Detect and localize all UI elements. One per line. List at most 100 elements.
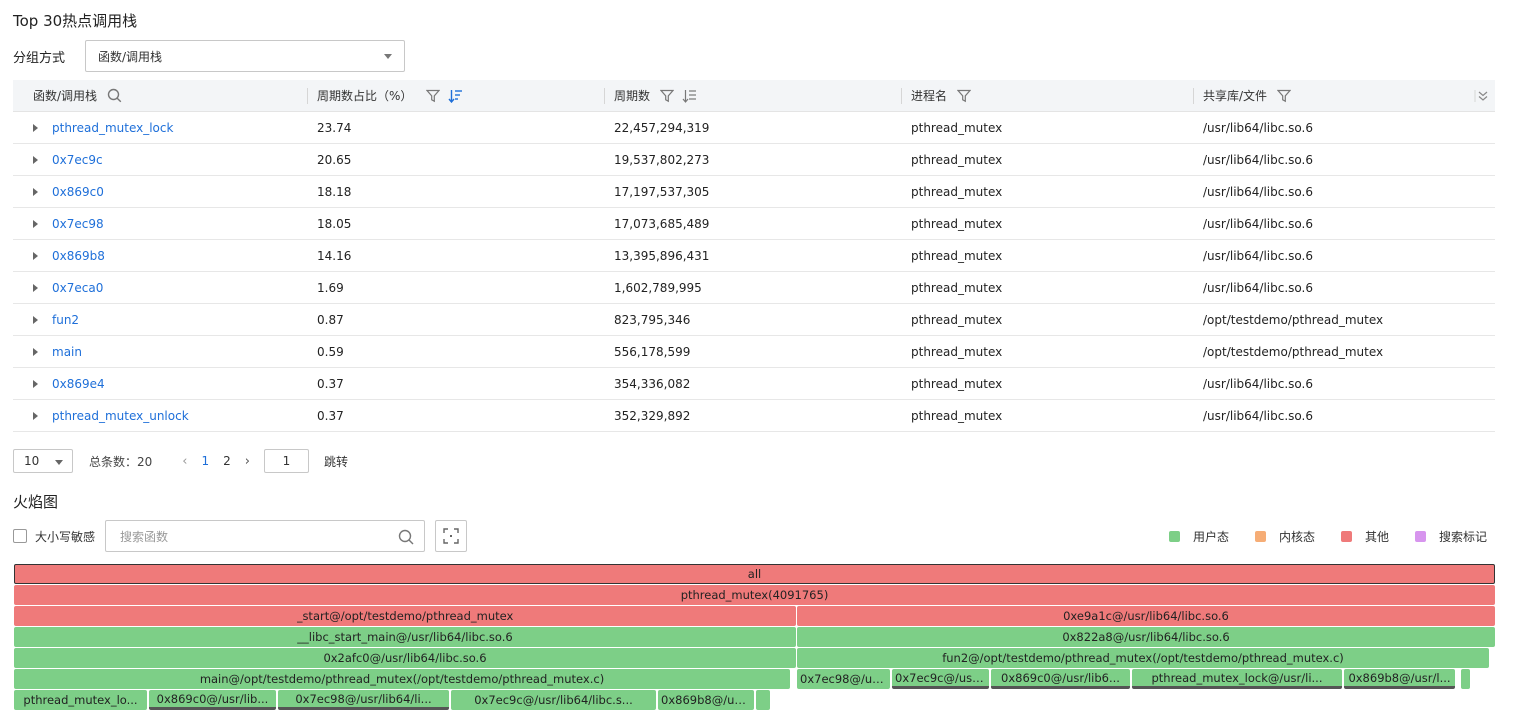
- jump-page-input[interactable]: 1: [263, 449, 309, 473]
- prev-page-icon[interactable]: ‹: [182, 454, 187, 469]
- expand-icon[interactable]: [33, 379, 38, 388]
- flame-frame[interactable]: __libc_start_main@/usr/lib64/libc.so.6: [14, 627, 796, 647]
- function-link[interactable]: 0x869c0: [52, 185, 104, 199]
- column-process[interactable]: 进程名: [901, 80, 1193, 112]
- function-link[interactable]: pthread_mutex_lock: [52, 121, 173, 135]
- table-row[interactable]: main 0.59 556,178,599 pthread_mutex /opt…: [13, 336, 1495, 368]
- group-by-select[interactable]: 函数/调用栈: [85, 40, 405, 72]
- next-page-icon[interactable]: ›: [245, 454, 250, 469]
- cell-process: pthread_mutex: [911, 120, 1003, 135]
- flame-frame[interactable]: 0xe9a1c@/usr/lib64/libc.so.6: [797, 606, 1495, 626]
- legend-swatch-search: [1414, 531, 1426, 542]
- cell-library: /usr/lib64/libc.so.6: [1203, 216, 1314, 231]
- page-size-select[interactable]: 10: [13, 449, 73, 473]
- jump-button[interactable]: 跳转: [324, 453, 348, 470]
- function-link[interactable]: fun2: [52, 313, 79, 327]
- filter-icon[interactable]: [957, 89, 972, 103]
- column-function-label: 函数/调用栈: [33, 89, 98, 103]
- cell-process: pthread_mutex: [911, 312, 1003, 327]
- cell-pct: 0.37: [317, 376, 344, 391]
- function-search-input[interactable]: 搜索函数: [105, 520, 426, 552]
- case-sensitive-label: 大小写敏感: [35, 529, 96, 544]
- table-row[interactable]: 0x7ec98 18.05 17,073,685,489 pthread_mut…: [13, 208, 1495, 240]
- column-divider: [901, 87, 902, 104]
- flame-frame[interactable]: 0x869c0@/usr/lib...: [149, 690, 276, 710]
- case-sensitive-checkbox[interactable]: [13, 529, 27, 543]
- flame-frame[interactable]: all: [14, 564, 1495, 584]
- table-row[interactable]: 0x869e4 0.37 354,336,082 pthread_mutex /…: [13, 368, 1495, 400]
- hot-stack-table: 函数/调用栈 周期数占比（%） 周期数 进程名 共享库/文件 pthread_m…: [13, 80, 1495, 432]
- table-row[interactable]: 0x869c0 18.18 17,197,537,305 pthread_mut…: [13, 176, 1495, 208]
- column-library[interactable]: 共享库/文件: [1193, 80, 1495, 112]
- flame-frame[interactable]: 0x869b8@/us...: [658, 690, 754, 710]
- cell-pct: 18.05: [317, 216, 352, 231]
- legend-item: 其他: [1340, 528, 1389, 545]
- function-link[interactable]: 0x869b8: [52, 249, 105, 263]
- page-2[interactable]: 2: [223, 454, 231, 468]
- filter-icon[interactable]: [1277, 89, 1292, 103]
- flame-frame[interactable]: _start@/opt/testdemo/pthread_mutex: [14, 606, 796, 626]
- flame-frame[interactable]: pthread_mutex(4091765): [14, 585, 1495, 605]
- flame-frame[interactable]: 0x7ec9c@/usr...: [892, 669, 989, 689]
- flame-frame[interactable]: pthread_mutex_lock@/usr/li...: [1132, 669, 1342, 689]
- legend-label: 其他: [1364, 530, 1389, 544]
- table-row[interactable]: 0x7eca0 1.69 1,602,789,995 pthread_mutex…: [13, 272, 1495, 304]
- table-row[interactable]: fun2 0.87 823,795,346 pthread_mutex /opt…: [13, 304, 1495, 336]
- function-link[interactable]: main: [52, 345, 82, 359]
- expand-icon[interactable]: [33, 123, 38, 132]
- table-row[interactable]: 0x7ec9c 20.65 19,537,802,273 pthread_mut…: [13, 144, 1495, 176]
- column-function[interactable]: 函数/调用栈: [13, 80, 307, 112]
- cell-library: /usr/lib64/libc.so.6: [1203, 408, 1314, 423]
- flame-frame[interactable]: 0x869b8@/usr/l...: [1344, 669, 1455, 689]
- flame-search-row: 大小写敏感 搜索函数: [13, 520, 468, 552]
- flame-frame[interactable]: main@/opt/testdemo/pthread_mutex(/opt/te…: [14, 669, 790, 689]
- flame-frame[interactable]: 0x822a8@/usr/lib64/libc.so.6: [797, 627, 1495, 647]
- search-icon[interactable]: [107, 88, 122, 103]
- flame-frame[interactable]: 0x7ec98@/usr...: [797, 669, 890, 689]
- cell-process: pthread_mutex: [911, 216, 1003, 231]
- cell-library: /usr/lib64/libc.so.6: [1203, 280, 1314, 295]
- column-cycle-pct[interactable]: 周期数占比（%）: [307, 80, 604, 112]
- flame-frame[interactable]: 0x7ec98@/usr/lib64/li...: [278, 690, 449, 710]
- function-link[interactable]: 0x869e4: [52, 377, 105, 391]
- expand-icon[interactable]: [33, 219, 38, 228]
- legend-label: 内核态: [1278, 530, 1315, 544]
- expand-icon[interactable]: [33, 411, 38, 420]
- flame-frame[interactable]: 0x7ec9c@/usr/lib64/libc.s...: [451, 690, 656, 710]
- filter-icon[interactable]: [426, 89, 441, 103]
- search-icon[interactable]: [398, 529, 414, 548]
- cell-pct: 23.74: [317, 120, 352, 135]
- reset-zoom-button[interactable]: [435, 520, 468, 552]
- table-row[interactable]: 0x869b8 14.16 13,395,896,431 pthread_mut…: [13, 240, 1495, 272]
- flame-frame[interactable]: 0x869c0@/usr/lib6...: [991, 669, 1130, 689]
- legend-label: 用户态: [1192, 530, 1229, 544]
- function-link[interactable]: 0x7ec98: [52, 217, 104, 231]
- function-link[interactable]: 0x7ec9c: [52, 153, 103, 167]
- expand-icon[interactable]: [33, 251, 38, 260]
- flame-frame[interactable]: fun2@/opt/testdemo/pthread_mutex(/opt/te…: [797, 648, 1489, 668]
- cell-process: pthread_mutex: [911, 248, 1003, 263]
- hot-stack-title: Top 30热点调用栈: [13, 12, 138, 30]
- column-cycles[interactable]: 周期数: [604, 80, 901, 112]
- flame-frame[interactable]: [756, 690, 770, 710]
- double-chevron-down-icon[interactable]: [1474, 88, 1490, 107]
- expand-icon[interactable]: [33, 315, 38, 324]
- flamegraph-title: 火焰图: [13, 493, 59, 511]
- function-link[interactable]: pthread_mutex_unlock: [52, 409, 189, 423]
- flame-frame[interactable]: [1461, 669, 1470, 689]
- expand-icon[interactable]: [33, 347, 38, 356]
- function-link[interactable]: 0x7eca0: [52, 281, 103, 295]
- sort-descending-icon[interactable]: [448, 89, 463, 103]
- filter-icon[interactable]: [660, 89, 675, 103]
- cell-process: pthread_mutex: [911, 280, 1003, 295]
- table-row[interactable]: pthread_mutex_lock 23.74 22,457,294,319 …: [13, 112, 1495, 144]
- sort-icon[interactable]: [682, 89, 697, 103]
- table-row[interactable]: pthread_mutex_unlock 0.37 352,329,892 pt…: [13, 400, 1495, 432]
- expand-icon[interactable]: [33, 187, 38, 196]
- flame-frame[interactable]: 0x2afc0@/usr/lib64/libc.so.6: [14, 648, 796, 668]
- expand-icon[interactable]: [33, 155, 38, 164]
- page-1[interactable]: 1: [201, 454, 209, 468]
- expand-icon[interactable]: [33, 283, 38, 292]
- flame-frame[interactable]: pthread_mutex_lo...: [14, 690, 147, 710]
- fit-screen-icon: [443, 528, 459, 544]
